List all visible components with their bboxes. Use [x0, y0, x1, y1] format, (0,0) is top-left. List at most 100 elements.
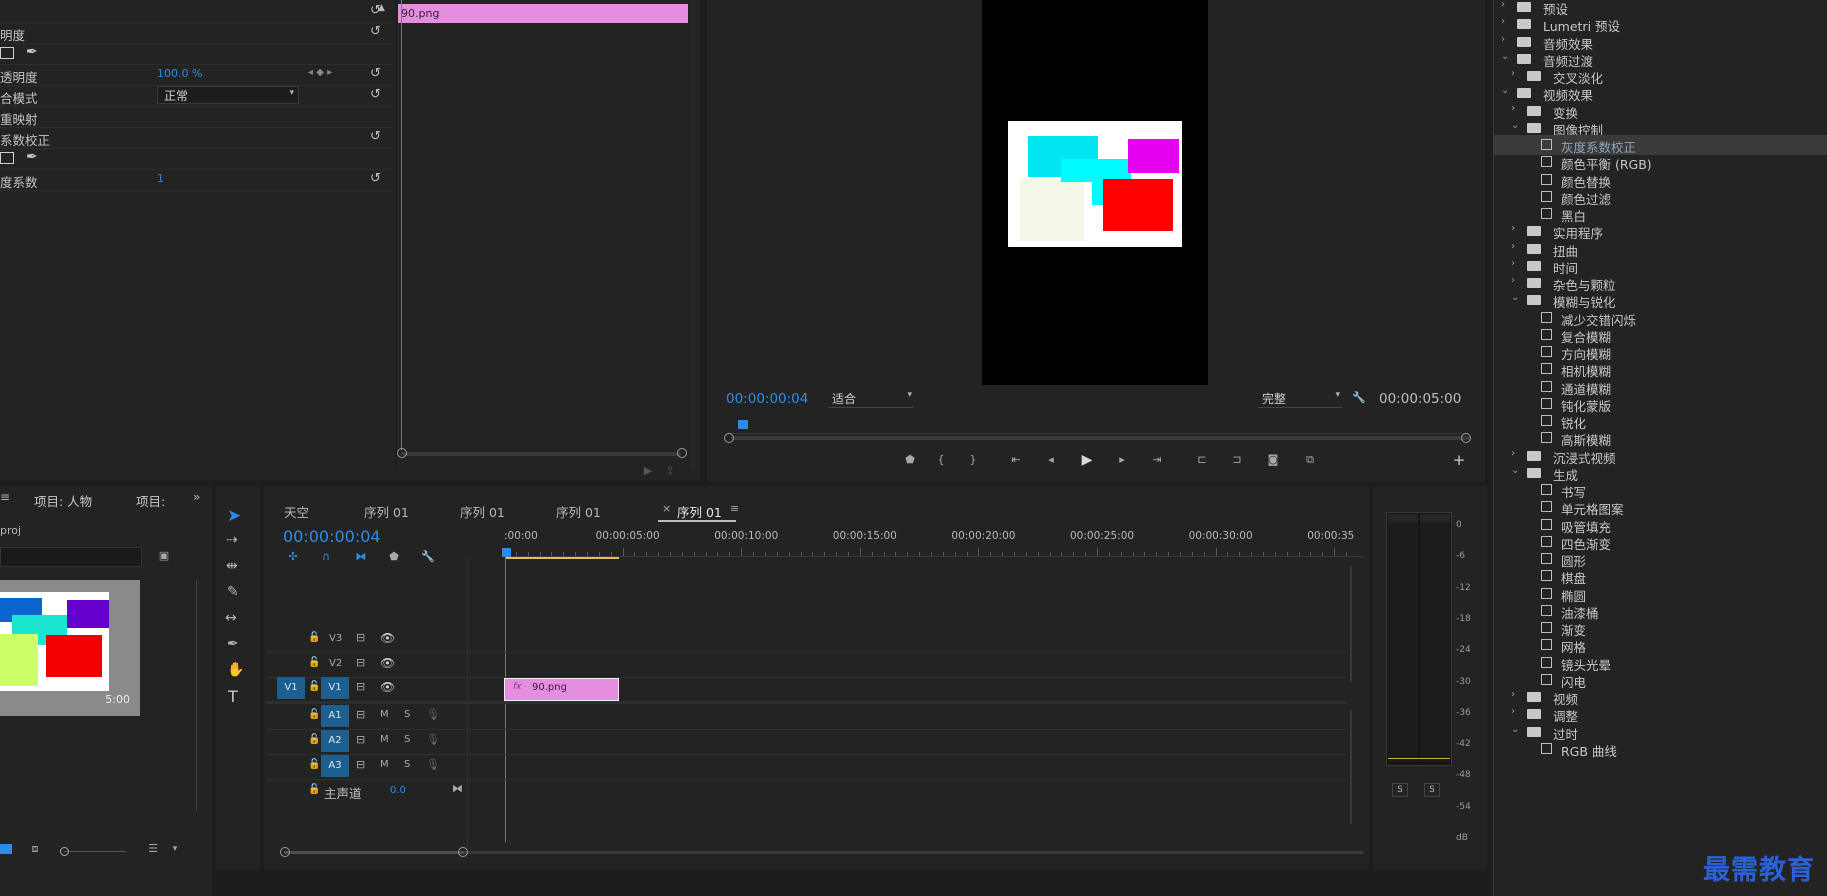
- chevron-right-icon[interactable]: ›: [1511, 241, 1515, 252]
- panel-menu-icon[interactable]: ≡: [0, 490, 10, 504]
- pen-tool-icon[interactable]: ✒: [227, 636, 239, 652]
- lift-icon[interactable]: ⊏: [1195, 453, 1209, 467]
- reset-icon[interactable]: ↺: [370, 129, 381, 144]
- timeline-playhead-head[interactable]: [502, 548, 511, 557]
- ripple-edit-tool-icon[interactable]: ⇹: [226, 558, 238, 574]
- reset-icon[interactable]: ↺: [370, 171, 381, 186]
- project-thumbnail[interactable]: 5:00: [0, 580, 140, 716]
- timeline-h-scroll-thumb[interactable]: [284, 851, 464, 854]
- timeline-tab[interactable]: 序列 01: [556, 502, 601, 521]
- chevron-down-icon[interactable]: ⌄: [1511, 292, 1519, 303]
- tab-menu-icon[interactable]: ≡: [730, 502, 739, 515]
- slip-tool-icon[interactable]: ↔: [225, 610, 237, 626]
- ec-row[interactable]: ▲ ↺: [0, 1, 392, 23]
- ec-row[interactable]: 重映射: [0, 106, 392, 128]
- chevron-down-icon[interactable]: ⌄: [1511, 465, 1519, 476]
- go-to-out-icon[interactable]: ⇥: [1150, 453, 1164, 467]
- close-tab-icon[interactable]: ×: [662, 502, 671, 515]
- project-scrollbar[interactable]: [196, 580, 197, 810]
- ec-row[interactable]: 系数校正 ↺: [0, 127, 392, 149]
- effects-scrollbar[interactable]: [1493, 0, 1494, 896]
- ec-scrollbar[interactable]: [690, 0, 696, 470]
- extract-icon[interactable]: ⊐: [1230, 453, 1244, 467]
- compare-icon[interactable]: ⧉: [1303, 453, 1317, 467]
- chevron-right-icon[interactable]: ›: [1511, 223, 1515, 234]
- effects-item[interactable]: RGB 曲线: [1493, 739, 1827, 759]
- chevron-right-icon[interactable]: ›: [1511, 689, 1515, 700]
- monitor-zoom-handle-left[interactable]: [724, 433, 734, 443]
- chevron-down-icon[interactable]: ⌄: [1511, 724, 1519, 735]
- ec-scroll-handle-right[interactable]: [677, 448, 687, 458]
- blend-mode-dropdown[interactable]: 正常 ▾: [157, 86, 299, 104]
- timeline-h-handle-right[interactable]: [458, 847, 468, 857]
- chevron-right-icon[interactable]: ›: [1511, 706, 1515, 717]
- new-bin-search-icon[interactable]: ▣: [157, 549, 171, 563]
- track-select-tool-icon[interactable]: ⇢: [226, 532, 238, 548]
- zoom-slider-knob[interactable]: [60, 847, 69, 856]
- razor-tool-icon[interactable]: ✎: [227, 584, 239, 600]
- ec-row-value[interactable]: 1: [157, 172, 164, 185]
- export-icon[interactable]: ⇪: [663, 464, 677, 478]
- ec-zoom-scrollbar[interactable]: [401, 452, 681, 456]
- more-tabs-icon[interactable]: »: [193, 490, 200, 504]
- hand-tool-icon[interactable]: ✋: [227, 662, 244, 678]
- reset-icon[interactable]: ↺: [370, 24, 381, 39]
- camera-icon[interactable]: ◙: [1266, 453, 1280, 467]
- chevron-right-icon[interactable]: ›: [1511, 448, 1515, 459]
- zoom-slider[interactable]: [64, 851, 126, 852]
- timeline-tab[interactable]: 序列 01: [460, 502, 505, 521]
- chevron-right-icon[interactable]: ›: [1511, 68, 1515, 79]
- ec-scroll-handle-left[interactable]: [397, 448, 407, 458]
- wrench-icon[interactable]: 🔧: [1352, 391, 1366, 405]
- project-tab[interactable]: 项目: 人物: [34, 491, 92, 510]
- ec-row[interactable]: ✒: [0, 148, 392, 170]
- reset-icon[interactable]: ↺: [370, 87, 381, 102]
- effect-controls-timeline[interactable]: 90.png ▶ ⇪: [396, 0, 689, 477]
- project-tab-2[interactable]: 项目:: [136, 491, 165, 510]
- go-to-in-icon[interactable]: ⇤: [1009, 453, 1023, 467]
- ec-clip-bar[interactable]: 90.png: [398, 4, 688, 23]
- timeline-v-scroll-bottom[interactable]: [1350, 710, 1352, 824]
- chevron-right-icon[interactable]: ›: [1501, 16, 1505, 27]
- timeline-tab[interactable]: 序列 01: [364, 502, 409, 521]
- mark-in-icon[interactable]: {: [934, 453, 948, 467]
- rect-mask-icon[interactable]: [0, 47, 14, 59]
- ec-row[interactable]: 合模式 正常 ▾ ↺: [0, 85, 392, 107]
- timeline-h-handle-left[interactable]: [280, 847, 290, 857]
- pen-mask-icon[interactable]: ✒: [26, 44, 38, 60]
- ec-row[interactable]: ✒: [0, 43, 392, 65]
- timeline-tab[interactable]: 天空: [284, 502, 309, 521]
- icon-view-icon[interactable]: ⧈: [28, 842, 42, 856]
- chevron-down-icon[interactable]: ⌄: [1511, 120, 1519, 131]
- work-area-bar[interactable]: [505, 557, 619, 559]
- monitor-zoom-bar[interactable]: [731, 436, 1471, 440]
- step-forward-icon[interactable]: ▸: [1115, 453, 1129, 467]
- chevron-down-icon[interactable]: ⌄: [1501, 51, 1509, 62]
- search-input[interactable]: [0, 547, 142, 567]
- keyframe-nav-icon[interactable]: ◂ ◆ ▸: [308, 67, 332, 78]
- fit-dropdown[interactable]: 适合 ▾: [828, 389, 914, 408]
- chevron-right-icon[interactable]: ›: [1511, 258, 1515, 269]
- quality-dropdown[interactable]: 完整 ▾: [1258, 389, 1342, 408]
- chevron-down-icon[interactable]: ▾: [168, 842, 182, 856]
- chevron-right-icon[interactable]: ›: [1511, 103, 1515, 114]
- chevron-right-icon[interactable]: ›: [1511, 275, 1515, 286]
- rect-mask-icon[interactable]: [0, 152, 14, 164]
- timeline-timecode[interactable]: 00:00:00:04: [283, 527, 381, 546]
- timeline-clip[interactable]: fx 90.png: [504, 678, 619, 701]
- list-view-icon[interactable]: [0, 844, 12, 854]
- chevron-right-icon[interactable]: ›: [1501, 34, 1505, 45]
- monitor-zoom-handle-right[interactable]: [1461, 433, 1471, 443]
- reset-icon[interactable]: ↺: [370, 66, 381, 81]
- chevron-right-icon[interactable]: ›: [1501, 0, 1505, 10]
- sort-icon[interactable]: ☰: [146, 842, 160, 856]
- ec-row[interactable]: 透明度 100.0 % ◂ ◆ ▸ ↺: [0, 64, 392, 86]
- ec-row-value[interactable]: 100.0 %: [157, 67, 202, 80]
- add-marker-icon[interactable]: ⬟: [903, 453, 917, 467]
- solo-left-button[interactable]: S: [1392, 783, 1408, 797]
- timeline-ruler[interactable]: :00:00 00:00:05:00 00:00:10:00 00:00:15:00 0…: [504, 530, 1364, 557]
- chevron-down-icon[interactable]: ⌄: [1501, 85, 1509, 96]
- selection-tool-icon[interactable]: ➤: [227, 506, 241, 526]
- monitor-timecode-current[interactable]: 00:00:00:04: [726, 391, 808, 407]
- add-button-icon[interactable]: +: [1452, 453, 1466, 468]
